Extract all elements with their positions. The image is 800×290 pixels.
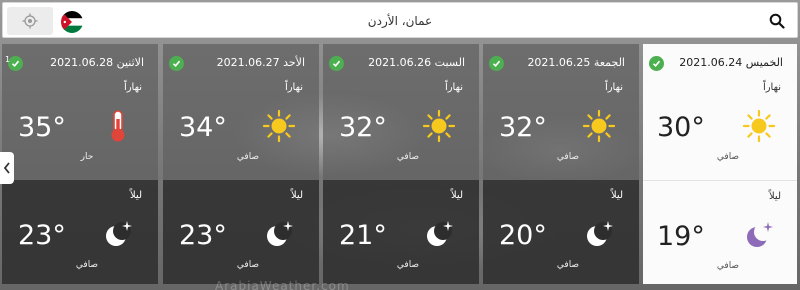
- night-temperature: 19°: [657, 221, 705, 252]
- forecast-card[interactable]: الخميس 2021.06.24 نهاراً 30° صافي ليلاً …: [643, 44, 797, 284]
- search-bar[interactable]: عمان، الأردن: [2, 2, 798, 38]
- day-temperature: 32°: [499, 112, 547, 143]
- card-header: الخميس 2021.06.24: [643, 54, 797, 74]
- night-section: ليلاً 20° صافي: [483, 180, 639, 284]
- day-period-label: نهاراً: [762, 82, 781, 93]
- moon-icon: [741, 217, 777, 253]
- forecast-card[interactable]: الاثنين 2021.06.28 نهاراً 35° حار ليلاً …: [2, 44, 158, 284]
- date-label: السبت 2021.06.26: [368, 56, 465, 69]
- date-label: الخميس 2021.06.24: [679, 56, 783, 69]
- moon-icon: [261, 216, 297, 252]
- check-icon: [489, 56, 504, 71]
- day-section: الجمعة 2021.06.25 نهاراً 32° صافي: [483, 44, 639, 180]
- location-name[interactable]: عمان، الأردن: [3, 3, 797, 39]
- night-period-label: ليلاً: [610, 190, 623, 201]
- date-label: الأحد 2021.06.27: [216, 56, 305, 69]
- night-temperature: 20°: [499, 220, 547, 251]
- night-temperature: 23°: [179, 220, 227, 251]
- day-temperature: 30°: [657, 112, 705, 143]
- night-condition: صافي: [236, 260, 260, 270]
- night-period-label: ليلاً: [290, 190, 303, 201]
- check-icon: [169, 56, 184, 71]
- forecast-card[interactable]: السبت 2021.06.26 نهاراً 32° صافي ليلاً 2…: [323, 44, 479, 284]
- date-label: الجمعة 2021.06.25: [527, 56, 625, 69]
- day-section: الأحد 2021.06.27 نهاراً 34° صافي: [163, 44, 319, 180]
- day-temperature: 35°: [18, 112, 66, 143]
- day-temperature: 34°: [179, 112, 227, 143]
- day-condition: صافي: [716, 152, 740, 162]
- night-period-label: ليلاً: [450, 190, 463, 201]
- night-condition: صافي: [556, 260, 580, 270]
- night-temperature: 23°: [18, 220, 66, 251]
- card-header: الاثنين 2021.06.28: [2, 54, 158, 74]
- check-icon: [8, 56, 23, 71]
- card-header: الأحد 2021.06.27: [163, 54, 319, 74]
- chevron-left-icon: [3, 162, 10, 174]
- date-label: الاثنين 2021.06.28: [50, 56, 144, 69]
- scroll-left-button[interactable]: [0, 152, 14, 184]
- day-period-label: نهاراً: [604, 82, 623, 93]
- day-condition: صافي: [556, 152, 580, 162]
- sun-icon: [421, 108, 457, 144]
- day-period-label: نهاراً: [284, 82, 303, 93]
- moon-icon: [421, 216, 457, 252]
- night-period-label: ليلاً: [129, 190, 142, 201]
- day-section: الخميس 2021.06.24 نهاراً 30° صافي: [643, 44, 797, 180]
- search-icon[interactable]: [769, 13, 785, 29]
- forecast-card[interactable]: الجمعة 2021.06.25 نهاراً 32° صافي ليلاً …: [483, 44, 639, 284]
- sun-icon: [581, 108, 617, 144]
- forecast-card[interactable]: الأحد 2021.06.27 نهاراً 34° صافي ليلاً 2…: [163, 44, 319, 284]
- day-temperature: 32°: [339, 112, 387, 143]
- day-section: الاثنين 2021.06.28 نهاراً 35° حار: [2, 44, 158, 180]
- day-condition: صافي: [396, 152, 420, 162]
- card-header: السبت 2021.06.26: [323, 54, 479, 74]
- check-icon: [329, 56, 344, 71]
- night-temperature: 21°: [339, 220, 387, 251]
- night-condition: صافي: [75, 260, 99, 270]
- night-condition: صافي: [716, 261, 740, 271]
- watermark: ArabiaWeather.com: [215, 279, 350, 290]
- day-period-label: نهاراً: [123, 82, 142, 93]
- thermometer-icon: [100, 108, 136, 144]
- day-condition: صافي: [236, 152, 260, 162]
- moon-icon: [100, 216, 136, 252]
- night-condition: صافي: [396, 260, 420, 270]
- card-header: الجمعة 2021.06.25: [483, 54, 639, 74]
- moon-icon: [581, 216, 617, 252]
- night-section: ليلاً 23° صافي: [163, 180, 319, 284]
- night-section: ليلاً 23° صافي: [2, 180, 158, 284]
- sun-icon: [261, 108, 297, 144]
- day-section: السبت 2021.06.26 نهاراً 32° صافي: [323, 44, 479, 180]
- sun-icon: [741, 108, 777, 144]
- day-condition: حار: [80, 152, 94, 162]
- check-icon: [649, 56, 664, 71]
- day-period-label: نهاراً: [444, 82, 463, 93]
- night-period-label: ليلاً: [768, 191, 781, 202]
- forecast-cards: الاثنين 2021.06.28 نهاراً 35° حار ليلاً …: [2, 44, 798, 284]
- night-section: ليلاً 19° صافي: [643, 180, 797, 284]
- notification-badge: 1: [5, 55, 11, 64]
- night-section: ليلاً 21° صافي: [323, 180, 479, 284]
